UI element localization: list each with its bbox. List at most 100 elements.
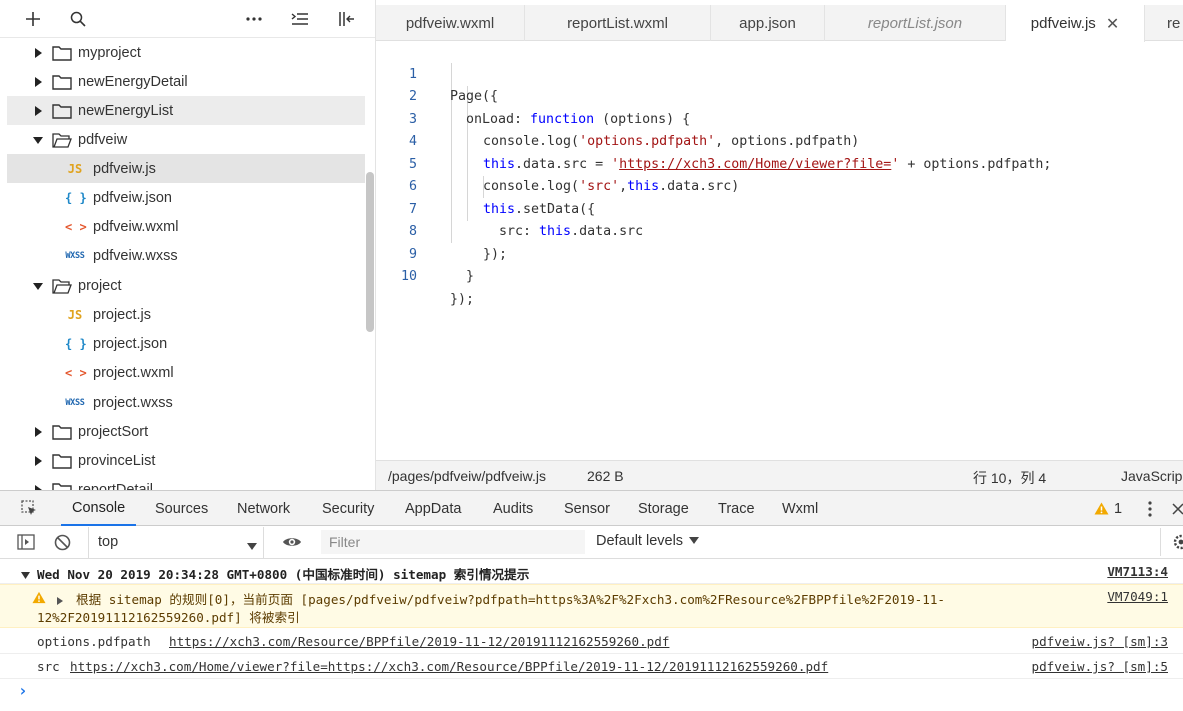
folder-icon bbox=[52, 482, 72, 490]
console-settings[interactable] bbox=[1160, 528, 1183, 556]
tab-sensor[interactable]: Sensor bbox=[564, 491, 610, 526]
sidebar-toggle-icon[interactable] bbox=[17, 534, 35, 553]
code-line: 6 this.setData({ bbox=[376, 154, 1183, 217]
tab-console[interactable]: Console bbox=[61, 491, 137, 526]
explorer-scrollbar[interactable] bbox=[366, 172, 374, 332]
code-line: 9 } bbox=[376, 221, 1183, 285]
tree-folder-projectsort[interactable]: projectSort bbox=[7, 417, 365, 446]
tree-file-pdfveiw-json[interactable]: { } pdfveiw.json bbox=[7, 183, 365, 212]
search-icon[interactable] bbox=[61, 0, 95, 38]
close-devtools-icon[interactable] bbox=[1172, 491, 1183, 526]
caret-right-icon[interactable] bbox=[57, 593, 63, 608]
tab-appdata[interactable]: AppData bbox=[405, 491, 461, 526]
chevron-right-icon bbox=[31, 454, 45, 468]
tree-file-project-json[interactable]: { } project.json bbox=[7, 329, 365, 358]
code-area[interactable]: 1 Page({ 2 onLoad: function (options) { … bbox=[376, 41, 1183, 460]
caret-down-icon bbox=[247, 538, 257, 554]
tab-storage[interactable]: Storage bbox=[638, 491, 689, 526]
tab-label: AppData bbox=[405, 500, 462, 517]
code-line: 1 Page({ bbox=[376, 41, 1183, 105]
tree-file-pdfveiw-wxml[interactable]: < > pdfveiw.wxml bbox=[7, 212, 365, 241]
context-value: top bbox=[98, 534, 119, 550]
tab-wxml[interactable]: Wxml bbox=[782, 491, 818, 526]
js-file-icon: JS bbox=[67, 161, 83, 176]
tab-pdfveiw-js[interactable]: pdfveiw.js ✕ bbox=[1006, 5, 1145, 42]
warning-count: 1 bbox=[1114, 500, 1123, 517]
tree-label: reportDetail bbox=[78, 481, 153, 491]
tab-audits[interactable]: Audits bbox=[493, 491, 533, 526]
tree-folder-newenergydetail[interactable]: newEnergyDetail bbox=[7, 67, 365, 96]
warning-counter[interactable]: 1 bbox=[1094, 491, 1122, 526]
tree-label: project bbox=[78, 277, 122, 294]
more-icon[interactable] bbox=[237, 0, 271, 38]
tab-trace[interactable]: Trace bbox=[718, 491, 755, 526]
tab-network[interactable]: Network bbox=[237, 491, 290, 526]
source-link[interactable]: VM7049:1 bbox=[1107, 589, 1168, 604]
folder-icon bbox=[52, 45, 72, 61]
filter-input[interactable] bbox=[321, 530, 585, 554]
status-cursor-position[interactable]: 行 10，列 4 bbox=[973, 468, 1046, 488]
tab-label: pdfveiw.wxml bbox=[405, 14, 495, 32]
warning-icon bbox=[32, 591, 46, 604]
chevron-right-icon bbox=[31, 104, 45, 118]
context-selector[interactable]: top bbox=[88, 527, 264, 558]
tree-folder-project[interactable]: project bbox=[7, 271, 365, 300]
tree-folder-reportdetail[interactable]: reportDetail bbox=[7, 475, 365, 490]
tree-label: pdfveiw.json bbox=[93, 189, 172, 206]
caret-down-icon bbox=[689, 533, 700, 549]
tree-folder-provincelist[interactable]: provinceList bbox=[7, 446, 365, 475]
status-file-path: /pages/pdfveiw/pdfveiw.js bbox=[388, 468, 546, 484]
console-output[interactable]: Wed Nov 20 2019 20:34:28 GMT+0800 (中国标准时… bbox=[0, 559, 1183, 711]
tab-reportlist-wxml[interactable]: reportList.wxml bbox=[525, 5, 711, 41]
tab-sources[interactable]: Sources bbox=[155, 491, 208, 526]
tree-folder-myproject[interactable]: myproject bbox=[7, 38, 365, 67]
tab-overflow[interactable]: re bbox=[1145, 5, 1183, 41]
plus-icon[interactable] bbox=[16, 0, 50, 38]
console-warning-message[interactable]: 根据 sitemap 的规则[0]，当前页面 [pages/pdfveiw/pd… bbox=[0, 584, 1183, 628]
code-line: 8 }); bbox=[376, 199, 1183, 262]
tab-label: Trace bbox=[718, 500, 755, 517]
tab-label: pdfveiw.js bbox=[1030, 15, 1096, 32]
split-pane-icon[interactable] bbox=[330, 0, 364, 38]
code-line: 7 src: this.data.src bbox=[376, 176, 1183, 240]
log-levels-dropdown[interactable]: Default levels bbox=[596, 533, 700, 549]
tree-file-project-js[interactable]: JS project.js bbox=[7, 300, 365, 329]
tree-file-project-wxss[interactable]: WXSS project.wxss bbox=[7, 388, 365, 417]
code-token: }); bbox=[450, 291, 475, 307]
tab-security[interactable]: Security bbox=[322, 491, 374, 526]
tab-pdfveiw-wxml[interactable]: pdfveiw.wxml bbox=[376, 5, 525, 41]
tree-folder-newenergylist[interactable]: newEnergyList bbox=[7, 96, 365, 125]
source-link[interactable]: VM7113:4 bbox=[1107, 564, 1168, 579]
tab-app-json[interactable]: app.json bbox=[711, 5, 825, 41]
tree-file-project-wxml[interactable]: < > project.wxml bbox=[7, 358, 365, 387]
tab-reportlist-json[interactable]: reportList.json bbox=[825, 5, 1006, 41]
console-group-header[interactable]: Wed Nov 20 2019 20:34:28 GMT+0800 (中国标准时… bbox=[0, 559, 1183, 584]
tree-file-pdfveiw-wxss[interactable]: WXSS pdfveiw.wxss bbox=[7, 241, 365, 270]
console-log-message[interactable]: options.pdfpath https://xch3.com/Resourc… bbox=[0, 629, 1183, 654]
tab-label: reportList.wxml bbox=[567, 14, 668, 32]
devtools-panel: Console Sources Network Security AppData… bbox=[0, 490, 1183, 711]
chevron-down-icon bbox=[31, 133, 45, 147]
log-url-link[interactable]: https://xch3.com/Resource/BPPfile/2019-1… bbox=[169, 634, 669, 649]
inspect-element-icon[interactable] bbox=[14, 491, 44, 526]
collapse-all-icon[interactable] bbox=[283, 0, 317, 38]
file-explorer: myproject newEnergyDetail newEnergyList … bbox=[0, 0, 376, 490]
log-url-link[interactable]: https://xch3.com/Home/viewer?file=https:… bbox=[70, 659, 828, 674]
js-file-icon: JS bbox=[67, 307, 83, 322]
tree-file-pdfveiw-js[interactable]: JS pdfveiw.js bbox=[7, 154, 365, 183]
console-log-message[interactable]: src https://xch3.com/Home/viewer?file=ht… bbox=[0, 654, 1183, 679]
clear-console-icon[interactable] bbox=[54, 534, 71, 554]
source-link[interactable]: pdfveiw.js? [sm]:3 bbox=[1032, 634, 1168, 649]
kebab-menu-icon[interactable] bbox=[1143, 491, 1157, 526]
wxss-file-icon: WXSS bbox=[65, 397, 85, 408]
tree-folder-pdfveiw[interactable]: pdfveiw bbox=[7, 125, 365, 154]
console-prompt[interactable]: › bbox=[0, 679, 1183, 711]
code-line: 10 }); bbox=[376, 244, 1183, 307]
close-icon[interactable]: ✕ bbox=[1106, 14, 1119, 34]
tab-label: Network bbox=[237, 500, 291, 517]
console-toolbar: top Default levels bbox=[0, 526, 1183, 559]
eye-icon[interactable] bbox=[282, 535, 302, 552]
code-line: 4 this.data.src = 'https://xch3.com/Home… bbox=[376, 109, 1183, 172]
status-language[interactable]: JavaScrip bbox=[1121, 468, 1182, 484]
source-link[interactable]: pdfveiw.js? [sm]:5 bbox=[1032, 659, 1168, 674]
